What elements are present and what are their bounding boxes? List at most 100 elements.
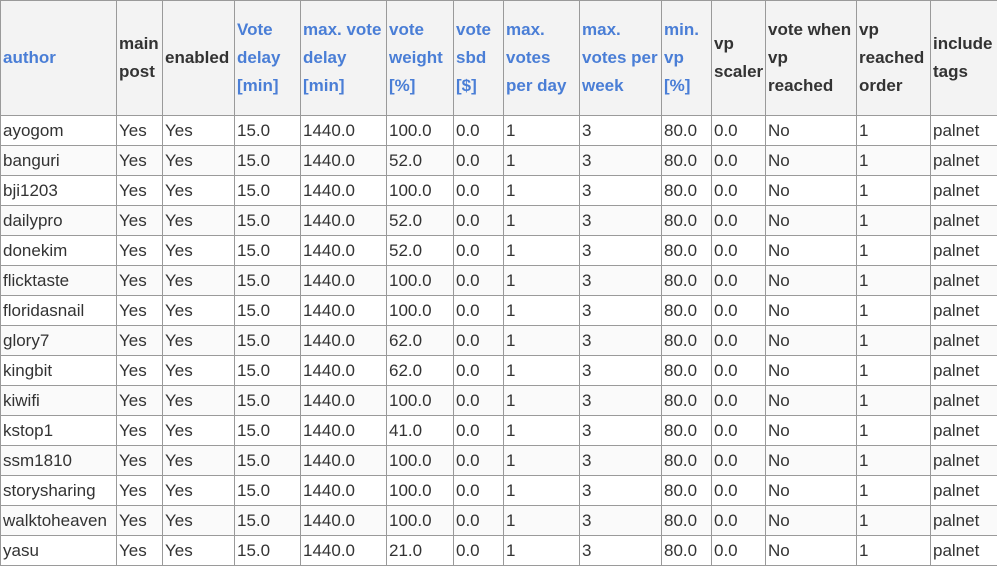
cell-vp-reached-order: 1 xyxy=(856,535,931,566)
cell-include-tags: palnet xyxy=(930,145,997,176)
table-row: flicktaste Yes Yes 15.0 1440.0 100.0 0.0 1 3 80.0… xyxy=(0,265,997,296)
cell-max-votes-per-day: 1 xyxy=(503,535,580,566)
cell-include-tags: palnet xyxy=(930,175,997,206)
cell-vp-reached-order: 1 xyxy=(856,445,931,476)
cell-max-votes-per-week: 3 xyxy=(579,145,662,176)
cell-vote-when-vp-reached: No xyxy=(765,175,857,206)
cell-max-votes-per-week: 3 xyxy=(579,325,662,356)
table-row: glory7 Yes Yes 15.0 1440.0 62.0 0.0 1 3 80.0 0.0 No… xyxy=(0,325,997,356)
cell-vote-delay: 15.0 xyxy=(234,355,301,386)
cell-main-post: Yes xyxy=(116,205,163,236)
cell-vp-scaler: 0.0 xyxy=(711,355,766,386)
cell-max-votes-per-day: 1 xyxy=(503,295,580,326)
column-header-vote-weight[interactable]: vote weight [%] xyxy=(386,0,454,116)
cell-max-votes-per-week: 3 xyxy=(579,475,662,506)
table-row: bji1203 Yes Yes 15.0 1440.0 100.0 0.0 1 3 80.0 0.0… xyxy=(0,175,997,206)
cell-vp-scaler: 0.0 xyxy=(711,385,766,416)
cell-max-votes-per-day: 1 xyxy=(503,325,580,356)
cell-vote-weight: 100.0 xyxy=(386,265,454,296)
column-header-enabled: enabled xyxy=(162,0,235,116)
cell-max-vote-delay: 1440.0 xyxy=(300,265,387,296)
column-header-max-votes-per-day[interactable]: max. votes per day xyxy=(503,0,580,116)
cell-max-votes-per-day: 1 xyxy=(503,145,580,176)
cell-author: dailypro xyxy=(0,205,117,236)
cell-author: floridasnail xyxy=(0,295,117,326)
cell-vp-scaler: 0.0 xyxy=(711,415,766,446)
cell-min-vp: 80.0 xyxy=(661,145,712,176)
cell-include-tags: palnet xyxy=(930,265,997,296)
cell-vp-scaler: 0.0 xyxy=(711,475,766,506)
cell-main-post: Yes xyxy=(116,385,163,416)
cell-vote-delay: 15.0 xyxy=(234,175,301,206)
cell-vp-reached-order: 1 xyxy=(856,325,931,356)
table-row: floridasnail Yes Yes 15.0 1440.0 100.0 0.0 1 3 80… xyxy=(0,295,997,326)
cell-max-votes-per-week: 3 xyxy=(579,385,662,416)
cell-max-votes-per-day: 1 xyxy=(503,385,580,416)
cell-max-votes-per-week: 3 xyxy=(579,535,662,566)
cell-vote-when-vp-reached: No xyxy=(765,415,857,446)
cell-include-tags: palnet xyxy=(930,535,997,566)
cell-max-vote-delay: 1440.0 xyxy=(300,415,387,446)
cell-vote-weight: 62.0 xyxy=(386,355,454,386)
cell-vp-scaler: 0.0 xyxy=(711,325,766,356)
cell-enabled: Yes xyxy=(162,415,235,446)
cell-vote-when-vp-reached: No xyxy=(765,505,857,536)
cell-vote-delay: 15.0 xyxy=(234,445,301,476)
table-row: ssm1810 Yes Yes 15.0 1440.0 100.0 0.0 1 3 80.0 0.0… xyxy=(0,445,997,476)
cell-vp-scaler: 0.0 xyxy=(711,235,766,266)
cell-min-vp: 80.0 xyxy=(661,325,712,356)
cell-enabled: Yes xyxy=(162,385,235,416)
column-header-max-votes-per-week[interactable]: max. votes per week xyxy=(579,0,662,116)
cell-author: kstop1 xyxy=(0,415,117,446)
table-row: walktoheaven Yes Yes 15.0 1440.0 100.0 0.0 1 3 80… xyxy=(0,505,997,536)
cell-author: donekim xyxy=(0,235,117,266)
cell-vote-weight: 100.0 xyxy=(386,505,454,536)
cell-enabled: Yes xyxy=(162,295,235,326)
cell-include-tags: palnet xyxy=(930,505,997,536)
column-header-max-vote-delay[interactable]: max. vote delay [min] xyxy=(300,0,387,116)
column-header-min-vp[interactable]: min. vp [%] xyxy=(661,0,712,116)
cell-min-vp: 80.0 xyxy=(661,535,712,566)
cell-min-vp: 80.0 xyxy=(661,205,712,236)
table-header: author main post enabled Vote delay [min] ma… xyxy=(0,0,997,116)
cell-vote-weight: 100.0 xyxy=(386,295,454,326)
column-header-main-post: main post xyxy=(116,0,163,116)
cell-vote-delay: 15.0 xyxy=(234,265,301,296)
cell-max-votes-per-day: 1 xyxy=(503,445,580,476)
cell-max-vote-delay: 1440.0 xyxy=(300,205,387,236)
cell-max-vote-delay: 1440.0 xyxy=(300,355,387,386)
cell-vp-reached-order: 1 xyxy=(856,175,931,206)
cell-vp-reached-order: 1 xyxy=(856,235,931,266)
column-header-include-tags: include tags xyxy=(930,0,997,116)
table-row: kingbit Yes Yes 15.0 1440.0 62.0 0.0 1 3 80.0 0.0 N… xyxy=(0,355,997,386)
cell-max-vote-delay: 1440.0 xyxy=(300,295,387,326)
cell-max-vote-delay: 1440.0 xyxy=(300,505,387,536)
column-header-vote-sbd[interactable]: vote sbd [$] xyxy=(453,0,504,116)
column-header-vote-delay[interactable]: Vote delay [min] xyxy=(234,0,301,116)
cell-main-post: Yes xyxy=(116,265,163,296)
cell-main-post: Yes xyxy=(116,355,163,386)
cell-max-vote-delay: 1440.0 xyxy=(300,535,387,566)
cell-vote-when-vp-reached: No xyxy=(765,265,857,296)
cell-vote-sbd: 0.0 xyxy=(453,355,504,386)
cell-vote-delay: 15.0 xyxy=(234,295,301,326)
cell-vote-when-vp-reached: No xyxy=(765,115,857,146)
cell-main-post: Yes xyxy=(116,445,163,476)
cell-enabled: Yes xyxy=(162,505,235,536)
cell-max-vote-delay: 1440.0 xyxy=(300,235,387,266)
cell-enabled: Yes xyxy=(162,445,235,476)
column-header-author[interactable]: author xyxy=(0,0,117,116)
cell-main-post: Yes xyxy=(116,145,163,176)
cell-vote-weight: 100.0 xyxy=(386,385,454,416)
cell-vote-delay: 15.0 xyxy=(234,115,301,146)
cell-min-vp: 80.0 xyxy=(661,175,712,206)
cell-vote-weight: 100.0 xyxy=(386,115,454,146)
cell-vote-sbd: 0.0 xyxy=(453,295,504,326)
cell-author: glory7 xyxy=(0,325,117,356)
cell-enabled: Yes xyxy=(162,475,235,506)
cell-max-votes-per-day: 1 xyxy=(503,475,580,506)
cell-max-votes-per-day: 1 xyxy=(503,175,580,206)
cell-vote-when-vp-reached: No xyxy=(765,385,857,416)
cell-max-votes-per-week: 3 xyxy=(579,295,662,326)
cell-vote-delay: 15.0 xyxy=(234,535,301,566)
